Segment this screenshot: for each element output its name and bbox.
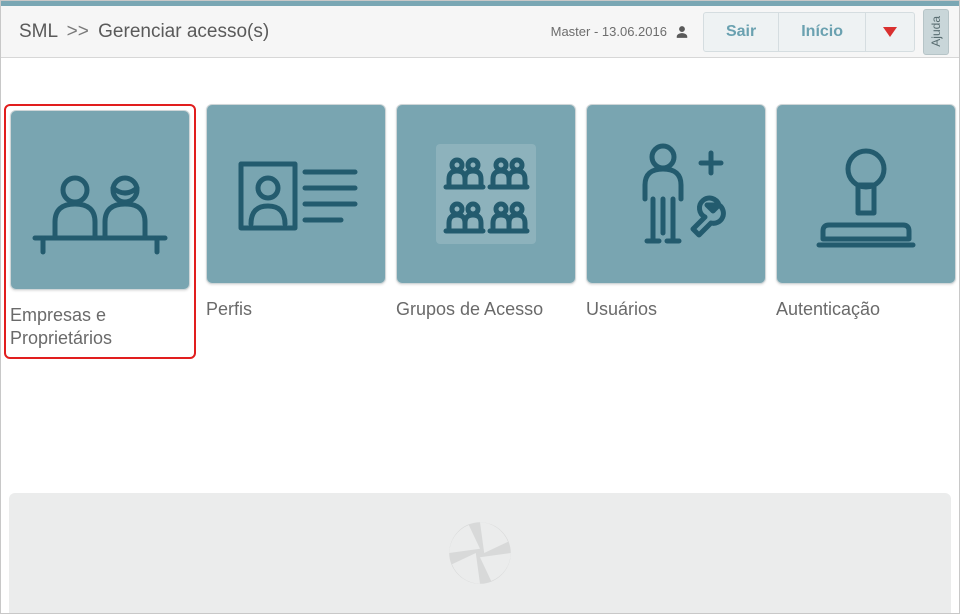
breadcrumb-root[interactable]: SML: [19, 21, 57, 42]
footer: [9, 493, 951, 613]
profile-card-icon: [221, 134, 371, 254]
tile-usuarios[interactable]: Usuários: [586, 104, 766, 359]
breadcrumb: SML >> Gerenciar acesso(s): [19, 21, 551, 43]
logout-button[interactable]: Sair: [704, 13, 779, 51]
stamp-auth-icon: [791, 129, 941, 259]
menu-dropdown-button[interactable]: [866, 13, 914, 51]
nav-buttons: Sair Início: [703, 12, 915, 52]
header: SML >> Gerenciar acesso(s) Master - 13.0…: [1, 6, 959, 58]
tile-autenticacao[interactable]: Autenticação: [776, 104, 956, 359]
users-manage-icon: [601, 129, 751, 259]
breadcrumb-current: Gerenciar acesso(s): [98, 21, 269, 42]
tile-perfis-card: [206, 104, 386, 284]
user-icon: [675, 25, 689, 39]
access-groups-icon: [411, 119, 561, 269]
help-button[interactable]: Ajuda: [923, 9, 949, 55]
tile-perfis[interactable]: Perfis: [206, 104, 386, 359]
tile-grid: Empresas e Proprietários Perfis: [1, 58, 959, 359]
chevron-down-icon: [882, 26, 898, 38]
tile-empresas[interactable]: Empresas e Proprietários: [4, 104, 196, 359]
user-info: Master - 13.06.2016: [551, 24, 703, 39]
companies-owners-icon: [25, 140, 175, 260]
tile-grupos[interactable]: Grupos de Acesso: [396, 104, 576, 359]
help-label: Ajuda: [929, 16, 943, 47]
tile-grupos-card: [396, 104, 576, 284]
tile-empresas-label: Empresas e Proprietários: [10, 304, 190, 349]
tile-usuarios-card: [586, 104, 766, 284]
tile-grupos-label: Grupos de Acesso: [396, 298, 576, 321]
tile-empresas-card: [10, 110, 190, 290]
tile-usuarios-label: Usuários: [586, 298, 766, 321]
home-button[interactable]: Início: [779, 13, 866, 51]
breadcrumb-separator: >>: [67, 21, 89, 42]
tile-autenticacao-card: [776, 104, 956, 284]
tile-autenticacao-label: Autenticação: [776, 298, 956, 321]
tile-perfis-label: Perfis: [206, 298, 386, 321]
aperture-logo-icon: [445, 518, 515, 588]
user-label: Master - 13.06.2016: [551, 24, 667, 39]
